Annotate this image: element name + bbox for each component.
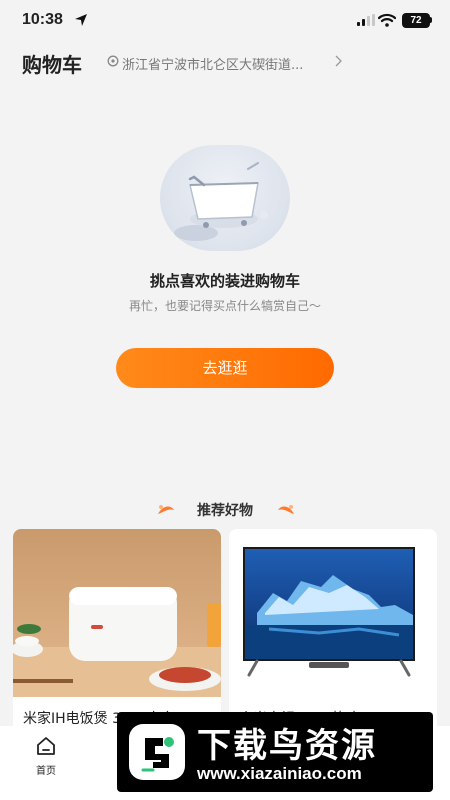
tab-home-label: 首页 — [36, 766, 56, 777]
page-title: 购物车 — [22, 53, 82, 77]
cart-basket-icon — [174, 162, 268, 241]
tv-photo — [229, 529, 437, 697]
empty-cart-title: 挑点喜欢的装进购物车 — [149, 272, 300, 290]
recommend-header: 推荐好物 — [0, 500, 450, 522]
watermark-banner: 下载鸟资源 www.xiazainiao.com — [117, 712, 433, 792]
chevron-right-icon[interactable] — [334, 55, 342, 67]
home-icon — [37, 737, 55, 755]
battery-icon: 72 — [402, 13, 430, 28]
wifi-icon — [378, 13, 396, 27]
location-pin-icon[interactable] — [107, 55, 119, 69]
delivery-address[interactable]: 浙江省宁波市北仑区大碶街道... — [122, 54, 332, 73]
leaf-decoration-icon — [278, 505, 294, 514]
page-header: 购物车 浙江省宁波市北仑区大碶街道... — [0, 44, 450, 82]
recommend-title: 推荐好物 — [197, 503, 253, 519]
status-bar: 10:38 72 — [0, 0, 450, 44]
rice-cooker-photo — [13, 529, 221, 697]
go-shopping-button[interactable]: 去逛逛 — [116, 348, 334, 388]
empty-cart-illustration — [160, 145, 290, 251]
battery-nub — [430, 17, 432, 23]
signal-icon — [357, 14, 375, 26]
location-arrow-icon — [75, 14, 87, 26]
status-time: 10:38 — [22, 11, 63, 28]
bird-logo-icon — [129, 724, 185, 780]
leaf-decoration-icon — [158, 505, 174, 514]
watermark-name: 下载鸟资源 — [197, 726, 377, 766]
tab-home[interactable]: 首页 — [24, 736, 68, 777]
empty-cart-subtitle: 再忙，也要记得买点什么犒赏自己～ — [128, 299, 321, 313]
watermark-url: www.xiazainiao.com — [197, 764, 362, 783]
